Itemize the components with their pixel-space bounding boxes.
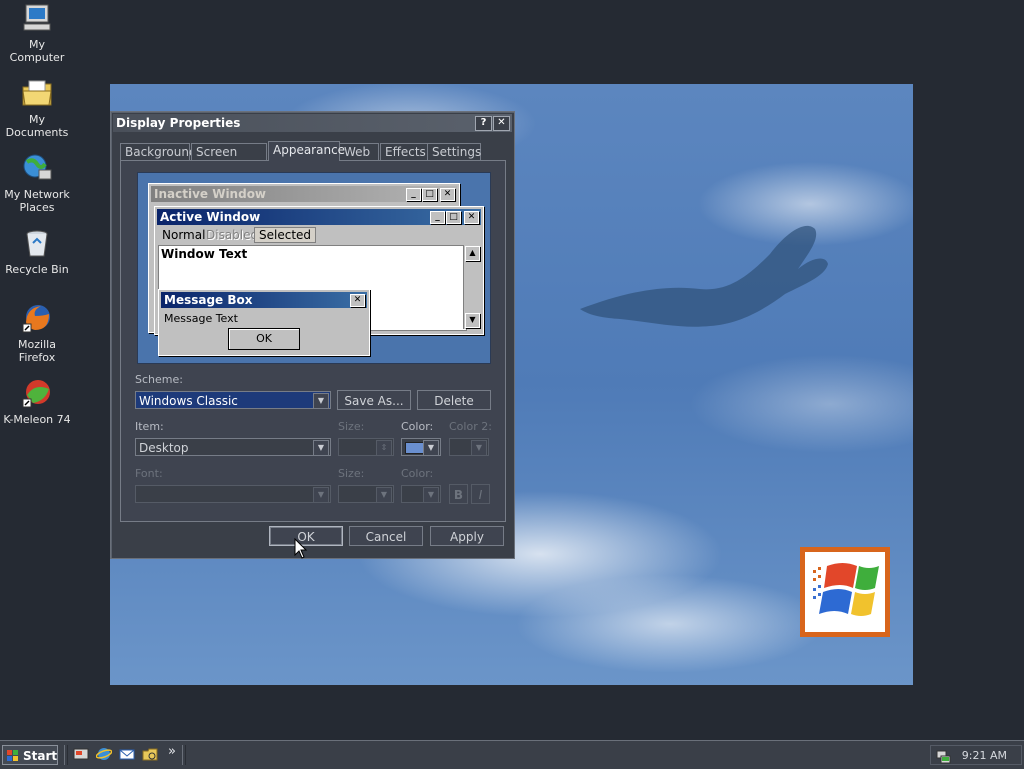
close-icon: ✕ (464, 211, 479, 224)
italic-button[interactable]: I (471, 484, 490, 504)
font-color-picker[interactable]: ▼ (401, 485, 441, 503)
font-size-label: Size: (338, 467, 365, 480)
firefox-icon (21, 302, 53, 334)
scroll-down-icon: ▼ (465, 313, 480, 328)
desktop-icon-recycle-bin[interactable]: Recycle Bin (0, 227, 74, 276)
chevron-down-icon[interactable]: ▼ (313, 393, 329, 409)
windows-flag-icon (7, 750, 18, 761)
preview-message-text: Message Text (164, 312, 238, 325)
chevron-down-icon[interactable]: ▼ (313, 440, 329, 456)
diver-silhouette-icon (580, 225, 828, 327)
close-button[interactable]: ✕ (493, 116, 510, 131)
item-color2-picker[interactable]: ▼ (449, 438, 489, 456)
display-properties-dialog: Display Properties ? ✕ Background Screen… (110, 111, 515, 559)
desktop-icon-label: Recycle Bin (5, 263, 69, 276)
chevron-down-icon[interactable]: ▼ (313, 487, 329, 503)
desktop-icon-network-places[interactable]: My Network Places (0, 152, 74, 214)
system-tray: 9:21 AM (930, 745, 1022, 765)
dialog-title: Display Properties (116, 116, 241, 130)
start-button[interactable]: Start (2, 745, 58, 765)
scroll-up-icon: ▲ (465, 246, 480, 261)
start-label: Start (23, 749, 58, 763)
desktop-icon-k-meleon[interactable]: K-Meleon 74 (0, 377, 74, 426)
maximize-icon: □ (422, 188, 437, 201)
chevron-down-icon[interactable]: ▼ (423, 487, 439, 503)
chevron-down-icon[interactable]: ▼ (423, 440, 439, 456)
preview-msgbox-titlebar: Message Box ✕ (161, 292, 367, 308)
desktop-icon-firefox[interactable]: Mozilla Firefox (0, 302, 74, 364)
my-computer-icon (21, 2, 53, 34)
delete-button[interactable]: Delete (417, 390, 491, 410)
k-meleon-icon (21, 377, 53, 409)
item-value: Desktop (139, 441, 189, 455)
scheme-value: Windows Classic (139, 394, 238, 408)
my-documents-icon (21, 77, 53, 109)
tab-background[interactable]: Background (120, 143, 197, 160)
windows-explorer-icon[interactable] (142, 746, 158, 762)
desktop-icon-label: My Computer (9, 38, 65, 64)
item-color2-label: Color 2: (449, 420, 492, 433)
font-size-select[interactable]: ▼ (338, 485, 394, 503)
desktop-icon-label: My Network Places (4, 188, 70, 214)
scheme-preview[interactable]: Inactive Window _ □ ✕ Active Window _ □ … (137, 172, 491, 364)
maximize-icon: □ (446, 211, 461, 224)
dialog-titlebar[interactable]: Display Properties ? ✕ (113, 114, 512, 132)
font-select[interactable]: ▼ (135, 485, 331, 503)
cancel-button[interactable]: Cancel (349, 526, 423, 546)
tab-settings[interactable]: Settings (427, 143, 481, 160)
preview-msgbox-ok: OK (228, 328, 300, 350)
desktop-icon-my-computer[interactable]: My Computer (0, 2, 74, 64)
appearance-panel: Inactive Window _ □ ✕ Active Window _ □ … (120, 160, 506, 522)
desktop-icon-label: K-Meleon 74 (3, 413, 71, 426)
close-icon: ✕ (350, 294, 365, 307)
spinner-icon[interactable]: ⇕ (376, 440, 392, 456)
taskbar: Start » 9:21 AM (0, 740, 1024, 769)
item-label: Item: (135, 420, 164, 433)
chevron-down-icon[interactable]: ▼ (376, 487, 392, 503)
bold-button[interactable]: B (449, 484, 468, 504)
outlook-express-icon[interactable] (119, 746, 135, 762)
tab-effects[interactable]: Effects (380, 143, 428, 160)
item-color-picker[interactable]: ▼ (401, 438, 441, 456)
clock[interactable]: 9:21 AM (962, 746, 1007, 766)
close-icon: ✕ (440, 188, 455, 201)
minimize-icon: _ (406, 188, 421, 201)
internet-explorer-icon[interactable] (95, 746, 113, 762)
item-size-spinner[interactable]: ⇕ (338, 438, 394, 456)
item-select[interactable]: Desktop ▼ (135, 438, 331, 456)
preview-message-box: Message Box ✕ Message Text OK (158, 289, 370, 356)
taskbar-more-chevron-icon[interactable]: » (168, 744, 176, 759)
tab-screen-saver[interactable]: Screen Saver (191, 143, 267, 175)
save-as-button[interactable]: Save As... (337, 390, 411, 410)
item-color-label: Color: (401, 420, 434, 433)
item-size-label: Size: (338, 420, 365, 433)
desktop-icon-my-documents[interactable]: My Documents (0, 77, 74, 139)
preview-inactive-titlebar: Inactive Window _ □ ✕ (151, 186, 457, 202)
preview-window-text: Window Text (161, 247, 248, 261)
network-status-icon[interactable] (935, 748, 951, 764)
mouse-cursor-icon (294, 538, 308, 559)
show-desktop-icon[interactable] (73, 746, 89, 762)
apply-button[interactable]: Apply (430, 526, 504, 546)
preview-scrollbar: ▲ ▼ (463, 245, 480, 329)
preview-menu-selected: Selected (254, 227, 317, 243)
taskbar-separator (64, 745, 68, 765)
desktop-icon-label: Mozilla Firefox (18, 338, 56, 364)
scheme-select[interactable]: Windows Classic ▼ (135, 391, 331, 409)
recycle-bin-icon (21, 227, 53, 259)
font-label: Font: (135, 467, 163, 480)
tab-appearance[interactable]: Appearance (268, 141, 345, 161)
minimize-icon: _ (430, 211, 445, 224)
chevron-down-icon[interactable]: ▼ (471, 440, 487, 456)
taskbar-separator (182, 745, 186, 765)
font-color-label: Color: (401, 467, 434, 480)
scheme-label: Scheme: (135, 373, 183, 386)
help-button[interactable]: ? (475, 116, 492, 131)
desktop-icon-label: My Documents (5, 113, 69, 139)
windows-logo-icon (800, 547, 890, 637)
desktop: My Computer My Documents My Network Plac… (0, 0, 1024, 740)
preview-active-titlebar: Active Window _ □ ✕ (157, 209, 481, 225)
network-places-icon (21, 152, 53, 184)
